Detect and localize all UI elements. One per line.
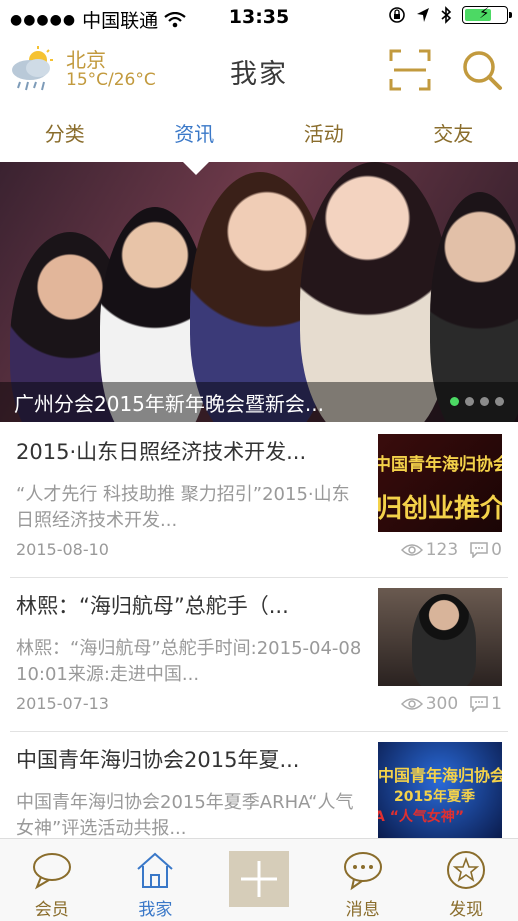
featured-banner[interactable]: 广州分会2015年新年晚会暨新会...: [0, 162, 518, 422]
banner-pager: [450, 397, 504, 406]
chat-bubble-icon: [31, 849, 73, 891]
news-item[interactable]: 中国青年海归协会2015年夏... 中国青年海归协会2015年夏季ARHA“人气…: [0, 730, 518, 838]
tab-news[interactable]: 资讯: [130, 106, 260, 162]
pager-dot[interactable]: [495, 397, 504, 406]
battery-icon: ⚡: [462, 6, 508, 24]
comment-icon: [470, 696, 488, 712]
news-item[interactable]: 林熙：“海归航母”总舵手（... 林熙：“海归航母”总舵手时间:2015-04-…: [0, 576, 518, 732]
charging-bolt-icon: ⚡: [479, 4, 490, 22]
pager-dot[interactable]: [480, 397, 489, 406]
news-thumbnail: 中国青年海归协会 2015年夏季 A “人气女神”: [378, 742, 502, 838]
app-header: 北京 15°C/26°C 我家: [0, 34, 518, 106]
category-tabs: 分类 资讯 活动 交友: [0, 106, 518, 162]
status-bar: ●●●●● 中国联通 13:35 ⚡: [0, 0, 518, 34]
thumbnail-text: 归创业推介: [378, 488, 502, 525]
location-arrow-icon: [416, 7, 430, 23]
thumbnail-text: A “人气女神”: [378, 806, 464, 826]
tabbar-label: 会员: [0, 895, 104, 920]
news-summary: 林熙：“海归航母”总舵手时间:2015-04-08 10:01来源:走进中国..…: [16, 636, 366, 688]
views-stat: 300: [401, 694, 458, 714]
news-date: 2015-07-13: [16, 694, 109, 713]
thumbnail-text: 中国青年海归协会: [378, 762, 502, 786]
pager-dot[interactable]: [450, 397, 459, 406]
tab-activities[interactable]: 活动: [259, 106, 389, 162]
news-summary: 中国青年海归协会2015年夏季ARHA“人气女神”评选活动共报...: [16, 790, 366, 838]
tab-friends[interactable]: 交友: [389, 106, 518, 162]
comments-count: 0: [491, 540, 502, 560]
banner-caption-bar: 广州分会2015年新年晚会暨新会...: [0, 382, 518, 422]
eye-icon: [401, 697, 423, 711]
eye-icon: [401, 543, 423, 557]
plus-icon: [229, 851, 289, 907]
tab-indicator-pointer: [182, 162, 210, 175]
news-thumbnail: [378, 588, 502, 686]
tabbar-item-discover[interactable]: 发现: [414, 839, 518, 921]
news-title: 2015·山东日照经济技术开发...: [16, 436, 366, 466]
news-date: 2015-08-10: [16, 540, 109, 559]
search-icon[interactable]: [460, 48, 504, 92]
views-count: 300: [426, 694, 458, 714]
banner-caption: 广州分会2015年新年晚会暨新会...: [14, 388, 324, 417]
status-right: ⚡: [388, 6, 508, 24]
comment-icon: [470, 542, 488, 558]
views-stat: 123: [401, 540, 458, 560]
tabbar-item-add[interactable]: [207, 839, 311, 921]
thumbnail-text: 中国青年海归协会: [378, 450, 502, 475]
star-icon: [445, 849, 487, 891]
tabbar-label: 消息: [311, 895, 415, 920]
tabbar-label: 我家: [104, 895, 208, 920]
message-icon: [342, 849, 384, 891]
pager-dot[interactable]: [465, 397, 474, 406]
comments-count: 1: [491, 694, 502, 714]
bottom-tab-bar: 会员 我家 消息 发现: [0, 838, 518, 921]
bluetooth-icon: [440, 6, 452, 24]
add-button[interactable]: [229, 851, 289, 907]
news-title: 中国青年海归协会2015年夏...: [16, 744, 366, 774]
news-thumbnail: 中国青年海归协会 归创业推介: [378, 434, 502, 532]
news-stats: 123 0: [401, 540, 502, 560]
tabbar-item-messages[interactable]: 消息: [311, 839, 415, 921]
tabbar-item-home[interactable]: 我家: [104, 839, 208, 921]
news-item[interactable]: 2015·山东日照经济技术开发... “人才先行 科技助推 聚力招引”2015·…: [0, 422, 518, 578]
news-stats: 300 1: [401, 694, 502, 714]
comments-stat: 1: [470, 694, 502, 714]
scan-icon[interactable]: [388, 48, 432, 92]
tabbar-item-members[interactable]: 会员: [0, 839, 104, 921]
page-title: 我家: [0, 52, 518, 91]
tab-category[interactable]: 分类: [0, 106, 130, 162]
views-count: 123: [426, 540, 458, 560]
tabbar-label: 发现: [414, 895, 518, 920]
rotation-lock-icon: [388, 6, 406, 24]
news-title: 林熙：“海归航母”总舵手（...: [16, 590, 366, 620]
comments-stat: 0: [470, 540, 502, 560]
home-icon: [134, 849, 176, 891]
thumbnail-text: 2015年夏季: [394, 786, 475, 806]
news-summary: “人才先行 科技助推 聚力招引”2015·山东日照经济技术开发...: [16, 482, 366, 534]
thumbnail-person: [412, 594, 476, 686]
